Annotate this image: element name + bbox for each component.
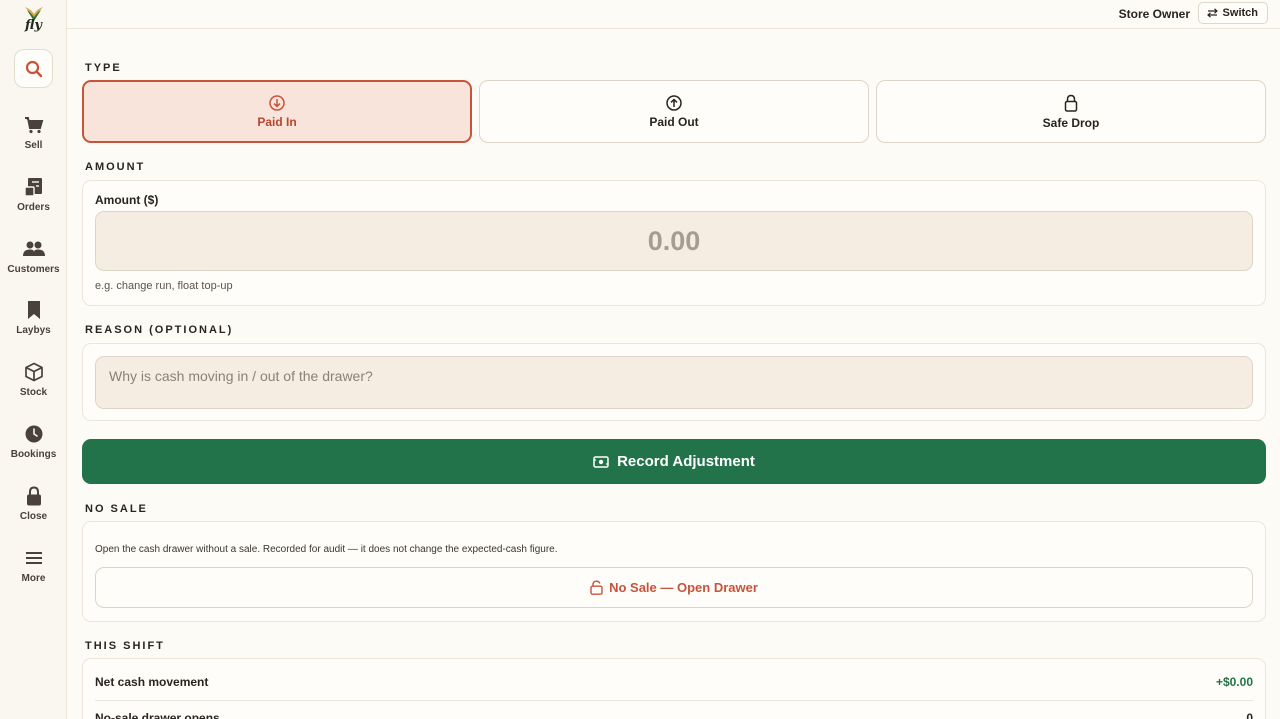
top-bar: Store Owner Switch (67, 0, 1280, 29)
sidebar-item-more[interactable]: More (0, 547, 67, 597)
logo-text: fly (24, 18, 42, 33)
user-role: Store Owner (1118, 7, 1190, 21)
type-section-label: TYPE (85, 62, 122, 74)
amount-input[interactable]: 0.00 (95, 211, 1253, 271)
unlock-icon (590, 580, 603, 595)
no-sale-section-label: NO SALE (85, 503, 148, 515)
record-adjustment-button[interactable]: Record Adjustment (82, 439, 1266, 484)
type-label: Paid Out (649, 114, 699, 129)
sidebar-item-laybys[interactable]: Laybys (0, 299, 67, 349)
lock-icon (23, 485, 45, 507)
record-adjustment-label: Record Adjustment (617, 453, 755, 470)
amount-panel: Amount ($) 0.00 e.g. change run, float t… (82, 180, 1266, 306)
swap-icon (1206, 8, 1218, 18)
no-sale-panel: Open the cash drawer without a sale. Rec… (82, 521, 1266, 622)
sidebar-item-label: Stock (19, 387, 48, 398)
type-label: Safe Drop (1042, 115, 1100, 130)
no-sale-open-drawer-button[interactable]: No Sale — Open Drawer (95, 567, 1253, 608)
sidebar-item-orders[interactable]: Orders (0, 176, 67, 226)
amount-field-label: Amount ($) (95, 193, 159, 207)
switch-label: Switch (1222, 7, 1258, 19)
type-paid-in[interactable]: Paid In (82, 80, 472, 143)
people-icon (22, 238, 45, 260)
type-paid-out[interactable]: Paid Out (479, 80, 869, 143)
reason-panel: Why is cash moving in / out of the drawe… (82, 343, 1266, 421)
arrow-down-circle-icon (269, 94, 285, 111)
shift-row-value: +$0.00 (1215, 675, 1253, 689)
cash-icon (593, 455, 609, 468)
logo[interactable]: fly (0, 6, 67, 42)
sidebar-item-label: Bookings (10, 449, 57, 460)
sidebar-item-label: Customers (7, 264, 60, 275)
shift-section-label: THIS SHIFT (85, 640, 165, 652)
shift-row: Net cash movement +$0.00 (95, 664, 1253, 700)
sidebar: fly Sell Orders Customers Laybys Stock B… (0, 0, 67, 719)
sidebar-item-label: Sell (24, 140, 43, 151)
type-safe-drop[interactable]: Safe Drop (876, 80, 1266, 143)
arrow-up-circle-icon (666, 94, 682, 111)
receipt-icon (23, 176, 45, 198)
sidebar-item-label: Close (19, 511, 48, 522)
switch-user-button[interactable]: Switch (1197, 2, 1268, 24)
sidebar-item-sell[interactable]: Sell (0, 114, 67, 164)
search-button[interactable] (14, 49, 53, 88)
reason-section-label: REASON (OPTIONAL) (85, 324, 234, 336)
no-sale-description: Open the cash drawer without a sale. Rec… (95, 544, 558, 555)
sidebar-item-close[interactable]: Close (0, 485, 67, 535)
box-icon (23, 361, 45, 383)
shift-row: No-sale drawer opens 0 (95, 700, 1253, 719)
reason-input[interactable]: Why is cash moving in / out of the drawe… (95, 356, 1253, 409)
lock-icon (1064, 94, 1078, 112)
amount-placeholder: 0.00 (647, 225, 701, 256)
no-sale-button-label: No Sale — Open Drawer (609, 580, 758, 595)
shift-row-label: No-sale drawer opens (95, 711, 220, 719)
cart-icon (23, 114, 45, 136)
sidebar-item-label: More (21, 573, 46, 584)
bookmark-icon (23, 299, 45, 321)
shift-panel: Net cash movement +$0.00 No-sale drawer … (82, 658, 1266, 719)
sidebar-item-label: Laybys (16, 325, 51, 336)
sidebar-item-bookings[interactable]: Bookings (0, 423, 67, 473)
sidebar-item-label: Orders (17, 202, 50, 213)
type-label: Paid In (257, 114, 297, 129)
clock-icon (23, 423, 45, 445)
search-icon (25, 60, 42, 77)
amount-hint: e.g. change run, float top-up (95, 280, 233, 292)
shift-row-label: Net cash movement (95, 675, 209, 689)
amount-section-label: AMOUNT (85, 161, 146, 173)
menu-icon (23, 547, 45, 569)
sidebar-item-stock[interactable]: Stock (0, 361, 67, 411)
reason-placeholder: Why is cash moving in / out of the drawe… (109, 368, 373, 384)
sidebar-item-customers[interactable]: Customers (0, 238, 67, 288)
shift-row-value: 0 (1246, 711, 1253, 719)
